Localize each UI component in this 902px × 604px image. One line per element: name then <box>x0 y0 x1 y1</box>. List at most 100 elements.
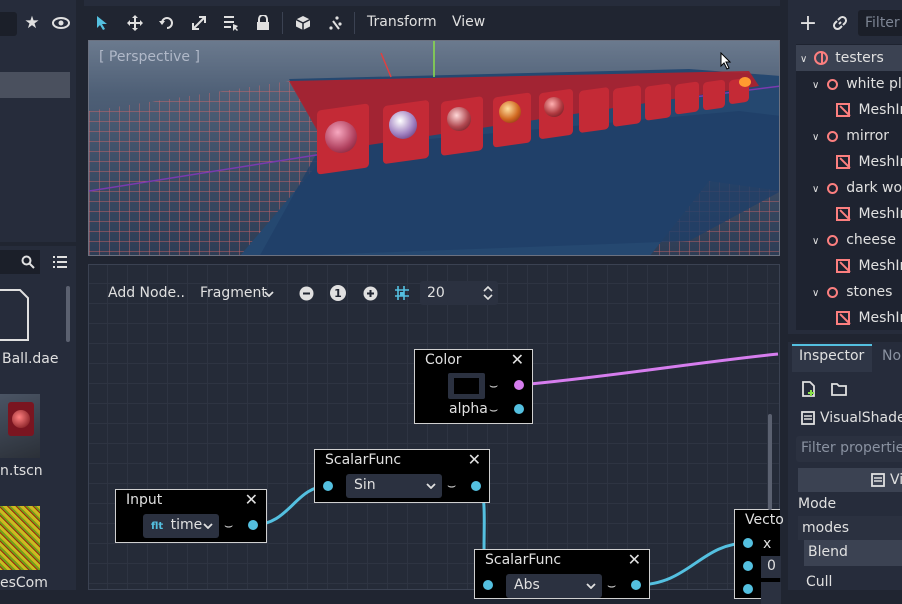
spatial-node-icon <box>826 130 838 142</box>
file-label-tscn: n.tscn <box>0 463 43 479</box>
shader-resource-icon <box>800 409 816 427</box>
inspector-header-bar[interactable] <box>798 468 902 492</box>
sin-output-port[interactable] <box>471 481 481 491</box>
zoom-reset-icon[interactable]: 1 <box>330 285 346 301</box>
tree-item-mesh[interactable]: MeshIn <box>796 253 902 279</box>
vector-z-field[interactable] <box>761 582 781 604</box>
select-tool-icon[interactable] <box>92 12 114 34</box>
alpha-output-port[interactable] <box>514 404 524 414</box>
expand-icon[interactable]: ⌣ <box>447 478 456 494</box>
file-item-dae-thumbnail[interactable] <box>0 288 30 342</box>
tree-item-mesh[interactable]: MeshIn <box>796 305 902 330</box>
scene-filter-placeholder: Filter n <box>865 15 902 31</box>
shader-mode-select[interactable]: Fragment <box>200 285 267 301</box>
expand-icon[interactable]: ⌣ <box>224 518 233 534</box>
input-name-select[interactable]: flt time <box>143 514 219 538</box>
inspector-filter-input[interactable]: Filter properties <box>796 436 902 462</box>
vector-node[interactable]: Vecto x 0 <box>734 509 784 604</box>
close-icon[interactable]: ✕ <box>511 350 524 369</box>
abs-output-port[interactable] <box>631 580 641 590</box>
list-select-icon[interactable] <box>220 12 242 34</box>
lock-icon[interactable] <box>252 12 274 34</box>
new-resource-icon[interactable] <box>800 380 818 398</box>
rotate-tool-icon[interactable] <box>156 12 178 34</box>
link-icon[interactable] <box>830 12 850 34</box>
file-item-tscn-thumbnail[interactable] <box>0 394 40 458</box>
viewport-perspective-label[interactable]: [ Perspective ] <box>99 49 200 65</box>
collapse-arrow-icon[interactable]: ∨ <box>812 80 819 91</box>
scalarfunc-sin-node[interactable]: ScalarFunc ✕ Sin ⌣ <box>314 449 490 503</box>
spatial-node-icon <box>826 78 838 90</box>
collapse-arrow-icon[interactable]: ∨ <box>812 288 819 299</box>
tree-item-stones[interactable]: ∨ stones <box>796 279 892 305</box>
zoom-out-icon[interactable] <box>298 285 314 301</box>
scalar-func-select[interactable]: Sin <box>346 474 442 498</box>
list-view-icon[interactable] <box>50 252 70 272</box>
expand-icon[interactable]: ⌣ <box>607 578 616 594</box>
snap-icon[interactable] <box>324 12 346 34</box>
close-icon[interactable]: ✕ <box>628 550 641 569</box>
color-swatch[interactable] <box>448 373 485 399</box>
color-output-port[interactable] <box>514 380 524 390</box>
tree-item-white-plastic[interactable]: ∨ white plas <box>796 71 902 97</box>
search-icon[interactable] <box>18 252 38 272</box>
spatial-node-icon <box>826 286 838 298</box>
add-node-button[interactable]: Add Node.. <box>108 285 185 301</box>
tree-item-mesh[interactable]: MeshIn <box>796 149 902 175</box>
scene-filter-input[interactable]: Filter n <box>858 10 902 36</box>
collapse-arrow-icon[interactable]: ∨ <box>812 184 819 195</box>
input-node[interactable]: Input ✕ flt time ⌣ <box>115 489 267 543</box>
spin-arrows-icon[interactable] <box>480 283 496 303</box>
scale-tool-icon[interactable] <box>188 12 210 34</box>
vector-x-label: x <box>763 536 772 552</box>
folder-icon[interactable] <box>830 380 848 398</box>
vector-y-field[interactable]: 0 <box>761 556 781 578</box>
tree-root-label: testers <box>835 50 884 66</box>
collapse-arrow-icon[interactable]: ∨ <box>812 132 819 143</box>
scalar-func-select-2[interactable]: Abs <box>506 574 602 598</box>
left-dock-selected-row[interactable] <box>0 72 70 98</box>
expand-icon[interactable]: ⌣ <box>489 378 498 394</box>
time-output-port[interactable] <box>248 520 258 530</box>
collapse-arrow-icon[interactable]: ∨ <box>800 54 807 65</box>
inspector-header-label: Vi <box>890 472 902 488</box>
expand-icon-alpha[interactable]: ⌣ <box>489 402 498 418</box>
abs-input-port[interactable] <box>483 580 493 590</box>
add-node-icon[interactable]: + <box>798 11 818 36</box>
tree-item-mirror[interactable]: ∨ mirror <box>796 123 889 149</box>
scalarfunc-abs-node[interactable]: ScalarFunc ✕ Abs ⌣ <box>474 549 650 599</box>
tree-item-cheese[interactable]: ∨ cheese <box>796 227 896 253</box>
cube-icon[interactable] <box>292 12 314 34</box>
mesh-instance-icon <box>836 155 850 169</box>
menu-view[interactable]: View <box>452 14 485 30</box>
tree-item-dark-wood[interactable]: ∨ dark woo <box>796 175 902 201</box>
file-label-dae: Ball.dae <box>2 351 59 367</box>
graph-scrollbar[interactable] <box>768 414 772 510</box>
file-item-texture-thumbnail[interactable] <box>0 506 40 570</box>
grid-snap-icon[interactable] <box>392 283 412 303</box>
sin-input-port[interactable] <box>323 481 333 491</box>
toolbar-top-strip <box>84 0 780 6</box>
tab-node-label[interactable]: No <box>882 348 901 364</box>
mesh-instance-icon <box>836 259 850 273</box>
visibility-eye-icon[interactable] <box>50 12 72 34</box>
vector-x-port[interactable] <box>743 538 753 548</box>
close-icon[interactable]: ✕ <box>468 450 481 469</box>
vector-node-title: Vecto <box>745 512 784 528</box>
favorite-star-icon[interactable]: ★ <box>22 12 42 34</box>
inspector-resource-name[interactable]: VisualShader <box>820 410 902 426</box>
collapse-arrow-icon[interactable]: ∨ <box>812 236 819 247</box>
vector-z-port[interactable] <box>743 584 753 594</box>
vector-y-port[interactable] <box>743 561 753 571</box>
left-dock-input[interactable] <box>0 12 17 36</box>
viewport-3d[interactable] <box>88 40 780 256</box>
menu-transform[interactable]: Transform <box>367 14 437 30</box>
tree-root[interactable]: ∨ testers <box>796 45 902 71</box>
tree-item-mesh[interactable]: MeshIn <box>796 201 902 227</box>
zoom-in-icon[interactable] <box>362 285 378 301</box>
close-icon[interactable]: ✕ <box>245 490 258 509</box>
tree-item-mesh[interactable]: MeshIn <box>796 97 902 123</box>
move-tool-icon[interactable] <box>124 12 146 34</box>
filesystem-scrollbar[interactable] <box>66 286 70 342</box>
tree-item-label: MeshIn <box>858 310 902 326</box>
